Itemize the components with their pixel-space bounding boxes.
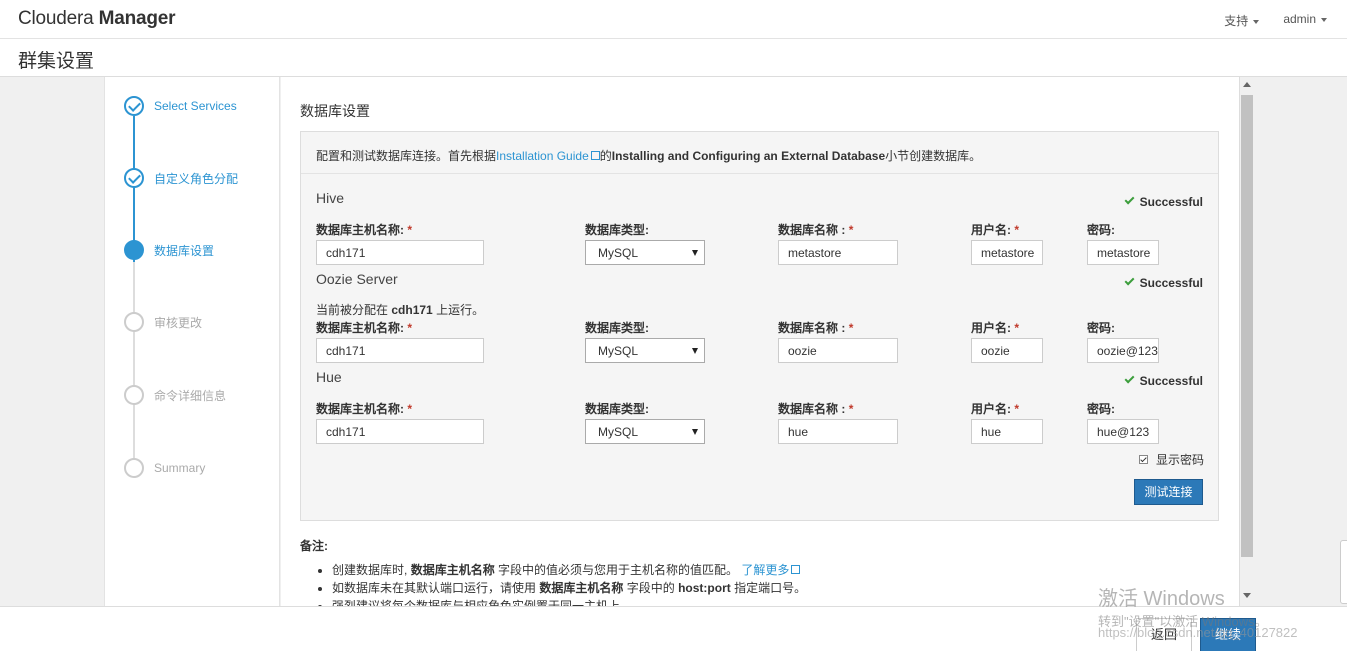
service-name-hue: Hue	[316, 369, 342, 385]
user-menu[interactable]: admin	[1283, 12, 1327, 29]
status-successful: Successful	[1124, 194, 1203, 209]
hive-user-input[interactable]: metastore	[971, 240, 1043, 265]
label-type: 数据库类型:	[585, 223, 649, 237]
oozie-host-input[interactable]: cdh171	[316, 338, 484, 363]
blog-watermark: https://blog.csdn.net/qq_40127822	[1098, 625, 1298, 640]
list-item: 创建数据库时, 数据库主机名称 字段中的值必须与您用于主机名称的值匹配。 了解更…	[332, 561, 806, 579]
external-link-icon	[590, 151, 600, 160]
oozie-db-name-input[interactable]: oozie	[778, 338, 898, 363]
scroll-up-arrow-icon[interactable]	[1243, 82, 1251, 87]
hue-db-type-select[interactable]: MySQL	[585, 419, 705, 444]
side-feedback-tab[interactable]	[1340, 540, 1347, 604]
label-password: 密码:	[1087, 223, 1115, 237]
page-title: 群集设置	[18, 51, 95, 72]
label-db-name: 数据库名称 : *	[778, 223, 854, 237]
database-settings-panel: 配置和测试数据库连接。首先根据Installation Guide 的Instal…	[300, 131, 1219, 521]
hive-host-input[interactable]: cdh171	[316, 240, 484, 265]
oozie-user-input[interactable]: oozie	[971, 338, 1043, 363]
status-successful: Successful	[1124, 275, 1203, 290]
label-type: 数据库类型:	[585, 402, 649, 416]
oozie-password-input[interactable]: oozie@123	[1087, 338, 1159, 363]
caret-down-icon	[1253, 19, 1260, 24]
divider	[301, 173, 1218, 174]
label-db-name: 数据库名称 : *	[778, 321, 854, 335]
empty-circle-icon	[124, 385, 144, 405]
service-name-hive: Hive	[316, 190, 345, 206]
dropdown-arrow-icon	[692, 250, 698, 256]
label-password: 密码:	[1087, 321, 1115, 335]
label-host: 数据库主机名称: *	[316, 321, 413, 335]
top-nav: 支持 admin	[1224, 12, 1327, 29]
wizard-step-select-services[interactable]: Select Services	[124, 95, 237, 117]
wizard-step-role-assignment[interactable]: 自定义角色分配	[124, 167, 238, 189]
check-icon	[1124, 275, 1135, 286]
oozie-db-type-select[interactable]: MySQL	[585, 338, 705, 363]
main-content: 数据库设置 配置和测试数据库连接。首先根据Installation Guide 的…	[281, 77, 1239, 607]
label-db-name: 数据库名称 : *	[778, 402, 854, 416]
page-header: 群集设置	[0, 39, 1347, 77]
active-circle-icon	[124, 240, 144, 260]
hive-db-name-input[interactable]: metastore	[778, 240, 898, 265]
section-title: 数据库设置	[300, 103, 370, 119]
check-icon	[1124, 373, 1135, 384]
hue-user-input[interactable]: hue	[971, 419, 1043, 444]
label-user: 用户名: *	[971, 402, 1020, 416]
label-password: 密码:	[1087, 402, 1115, 416]
oozie-assignment-note: 当前被分配在 cdh171 上运行。	[316, 303, 485, 317]
test-connection-button[interactable]: 测试连接	[1134, 479, 1203, 505]
status-successful: Successful	[1124, 373, 1203, 388]
top-navbar: Cloudera Manager 支持 admin	[0, 0, 1347, 39]
vertical-scrollbar[interactable]	[1239, 77, 1253, 607]
support-menu[interactable]: 支持	[1224, 12, 1260, 29]
scroll-thumb[interactable]	[1241, 95, 1253, 557]
intro-text: 配置和测试数据库连接。首先根据Installation Guide 的Instal…	[316, 149, 982, 163]
caret-down-icon	[1321, 17, 1327, 22]
empty-circle-icon	[124, 458, 144, 478]
empty-circle-icon	[124, 312, 144, 332]
progress-line-pending	[133, 262, 135, 467]
windows-activation-title: 激活 Windows	[1098, 588, 1225, 610]
wizard-step-command-details: 命令详细信息	[124, 384, 226, 406]
scroll-down-arrow-icon[interactable]	[1243, 593, 1251, 598]
notes-title: 备注:	[300, 539, 328, 553]
check-circle-icon	[124, 96, 144, 116]
label-host: 数据库主机名称: *	[316, 223, 413, 237]
window-icon	[791, 565, 801, 574]
label-type: 数据库类型:	[585, 321, 649, 335]
checkbox-checked-icon[interactable]	[1139, 455, 1148, 464]
hive-db-type-select[interactable]: MySQL	[585, 240, 705, 265]
wizard-step-summary: Summary	[124, 457, 205, 479]
notes-list: 创建数据库时, 数据库主机名称 字段中的值必须与您用于主机名称的值匹配。 了解更…	[316, 561, 806, 607]
check-icon	[1124, 194, 1135, 205]
label-host: 数据库主机名称: *	[316, 402, 413, 416]
hue-host-input[interactable]: cdh171	[316, 419, 484, 444]
learn-more-link[interactable]: 了解更多	[741, 563, 789, 577]
wizard-steps: Select Services 自定义角色分配 数据库设置 审核更改 命令详细信…	[104, 77, 280, 607]
hive-password-input[interactable]: metastore	[1087, 240, 1159, 265]
service-name-oozie: Oozie Server	[316, 271, 398, 287]
installation-guide-link[interactable]: Installation Guide	[496, 149, 589, 163]
list-item: 如数据库未在其默认端口运行，请使用 数据库主机名称 字段中的 host:port…	[332, 579, 806, 597]
brand-logo[interactable]: Cloudera Manager	[18, 8, 176, 30]
label-user: 用户名: *	[971, 223, 1020, 237]
label-user: 用户名: *	[971, 321, 1020, 335]
hue-db-name-input[interactable]: hue	[778, 419, 898, 444]
wizard-step-database-setup[interactable]: 数据库设置	[124, 239, 214, 261]
show-password-toggle[interactable]: 显示密码	[1139, 451, 1204, 468]
dropdown-arrow-icon	[692, 348, 698, 354]
dropdown-arrow-icon	[692, 429, 698, 435]
wizard-step-review-changes: 审核更改	[124, 311, 202, 333]
hue-password-input[interactable]: hue@123	[1087, 419, 1159, 444]
check-circle-icon	[124, 168, 144, 188]
